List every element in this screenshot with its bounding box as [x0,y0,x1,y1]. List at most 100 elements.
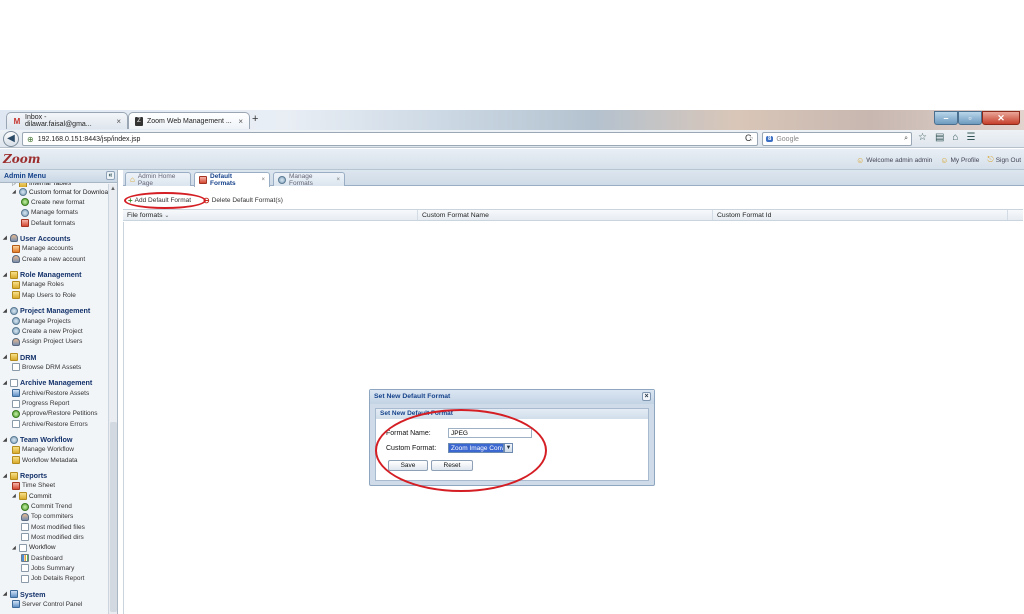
sidebar-scrollbar[interactable]: ▲ [108,184,117,614]
sidebar-item-browse-drm-assets[interactable]: Browse DRM Assets [0,362,117,372]
manage-projects-icon [12,317,20,326]
sidebar-group-team-workflow[interactable]: ◢ Team Workflow [0,434,117,445]
home-icon[interactable]: ⌂ [952,132,958,143]
tree-label: Top commiters [31,513,74,521]
add-default-format-button[interactable]: + Add Default Format [128,196,191,205]
sidebar-item-create-account[interactable]: Create a new account [0,254,117,264]
sidebar-item-commit-trend[interactable]: Commit Trend [0,501,117,511]
sidebar-item-job-details-report[interactable]: Job Details Report [0,574,117,584]
collapse-sidebar-icon[interactable]: « [106,171,115,180]
sidebar-item-progress-report[interactable]: Progress Report [0,398,117,408]
sidebar-item-top-commiters[interactable]: Top commiters [0,512,117,522]
sidebar-item-most-modified-dirs[interactable]: Most modified dirs [0,532,117,542]
sidebar-item-create-new-format[interactable]: Create new format [0,197,117,207]
search-engine-icon[interactable]: 8 [766,136,774,142]
bookmark-icon[interactable]: ☆ [918,132,927,143]
reload-icon[interactable]: C [745,133,752,143]
dialog-title-bar[interactable]: Set New Default Format × [370,390,654,404]
close-tab-icon[interactable]: × [261,177,265,183]
column-label: File formats [127,212,163,219]
sidebar-group-reports[interactable]: ◢ Reports [0,470,117,481]
column-custom-format-id[interactable]: Custom Format Id [713,210,1008,220]
scrollbar-thumb[interactable] [110,422,117,612]
tree-label: Custom format for Downloa [29,188,109,196]
tree-label: Default formats [31,219,76,227]
sidebar-item-server-control-panel[interactable]: Server Control Panel [0,599,117,609]
sidebar-item-jobs-summary[interactable]: Jobs Summary [0,563,117,573]
sidebar-item-create-project[interactable]: Create a new Project [0,326,117,336]
delete-default-format-button[interactable]: ⊖ Delete Default Format(s) [203,196,283,205]
system-icon [10,590,18,599]
minimize-button[interactable]: – [934,111,958,125]
search-icon[interactable]: ⌕ [904,135,908,143]
tree-label: Archive/Restore Errors [22,420,88,428]
save-button[interactable]: Save [388,460,428,471]
sidebar-item-archive-restore-errors[interactable]: Archive/Restore Errors [0,419,117,429]
sidebar-item-map-users-to-role[interactable]: Map Users to Role [0,290,117,300]
settings-icon [21,208,29,217]
sidebar-item-default-formats[interactable]: Default formats [0,218,117,228]
browser-tab-gmail[interactable]: M Inbox - dilawar.faisal@gma... × [6,112,128,129]
sidebar-group-user-accounts[interactable]: ◢ User Accounts [0,233,117,244]
sidebar-item-archive-restore-assets[interactable]: Archive/Restore Assets [0,388,117,398]
format-name-input[interactable] [448,428,532,438]
back-button[interactable]: ◀ [3,131,19,147]
tree-label: Map Users to Role [22,291,76,299]
close-window-button[interactable]: ✕ [982,111,1020,125]
expand-arrow-icon: ◢ [3,235,7,242]
column-custom-format-name[interactable]: Custom Format Name [418,210,713,220]
address-bar[interactable]: ⊕ 192.168.0.151:8443/jsp/index.jsp ▿ [22,132,758,146]
sidebar-item-manage-projects[interactable]: Manage Projects [0,316,117,326]
custom-format-label: Custom Format: [386,444,437,452]
map-role-icon [12,291,20,300]
new-tab-button[interactable]: + [252,113,258,125]
sign-out-link[interactable]: ⎋ Sign Out [987,155,1021,165]
chevron-down-icon[interactable]: ▼ [504,443,513,453]
sidebar-group-role-management[interactable]: ◢ Role Management [0,269,117,280]
assign-users-icon [12,337,20,346]
tree-label: Manage Roles [22,281,64,289]
format-icon [21,219,29,228]
sidebar-item-approve-restore-petitions[interactable]: Approve/Restore Petitions [0,409,117,419]
tree-label: Time Sheet [22,482,55,490]
sidebar-group-archive-management[interactable]: ◢ Archive Management [0,378,117,389]
bookmarks-menu-icon[interactable]: ▤ [935,132,944,143]
close-icon[interactable]: × [642,392,651,401]
custom-format-select[interactable]: Zoom Image Conv ▼ [448,443,513,453]
close-tab-icon[interactable]: × [336,177,340,183]
tree-node-commit[interactable]: ◢ Commit [0,491,117,501]
sidebar-item-manage-accounts[interactable]: Manage accounts [0,244,117,254]
sidebar-item-most-modified-files[interactable]: Most modified files [0,522,117,532]
sidebar-item-assign-project-users[interactable]: Assign Project Users [0,336,117,346]
sidebar-item-manage-workflow[interactable]: Manage Workflow [0,445,117,455]
accounts-icon [12,244,20,253]
close-tab-icon[interactable]: × [116,117,121,126]
sidebar-item-dashboard[interactable]: Dashboard [0,553,117,563]
menu-icon[interactable]: ☰ [966,132,975,143]
project-icon [10,306,18,315]
sidebar-item-manage-formats[interactable]: Manage formats [0,208,117,218]
sidebar-group-drm[interactable]: ◢ DRM [0,352,117,363]
sidebar-group-project-management[interactable]: ◢ Project Management [0,305,117,316]
expand-arrow-icon: ◢ [3,472,7,479]
maximize-button[interactable]: ▫ [958,111,982,125]
tree-node-custom-format[interactable]: ◢ Custom format for Downloa [0,187,117,197]
my-profile-link[interactable]: ☺ My Profile [940,155,979,165]
search-bar[interactable]: 8 Google ⌕ [762,132,912,146]
tree-node-workflow[interactable]: ◢ Workflow [0,543,117,553]
browser-tab-zoom[interactable]: Z Zoom Web Management ... × [128,112,250,129]
sidebar-item-workflow-metadata[interactable]: Workflow Metadata [0,455,117,465]
sidebar-group-system[interactable]: ◢ System [0,589,117,600]
column-file-formats[interactable]: File formats ⌄ [123,210,418,220]
welcome-link[interactable]: ☺ Welcome admin admin [856,155,932,165]
tab-default-formats[interactable]: Default Formats × [194,172,270,187]
create-project-icon [12,327,20,336]
sidebar-item-manage-roles[interactable]: Manage Roles [0,280,117,290]
scroll-up-icon[interactable]: ▲ [110,186,116,192]
sidebar-item-time-sheet[interactable]: Time Sheet [0,481,117,491]
tab-admin-home-page[interactable]: ⌂ Admin Home Page [125,172,191,187]
close-tab-icon[interactable]: × [238,117,243,126]
tab-manage-formats[interactable]: Manage Formats × [273,172,345,187]
group-label: Role Management [20,270,82,280]
reset-button[interactable]: Reset [431,460,473,471]
